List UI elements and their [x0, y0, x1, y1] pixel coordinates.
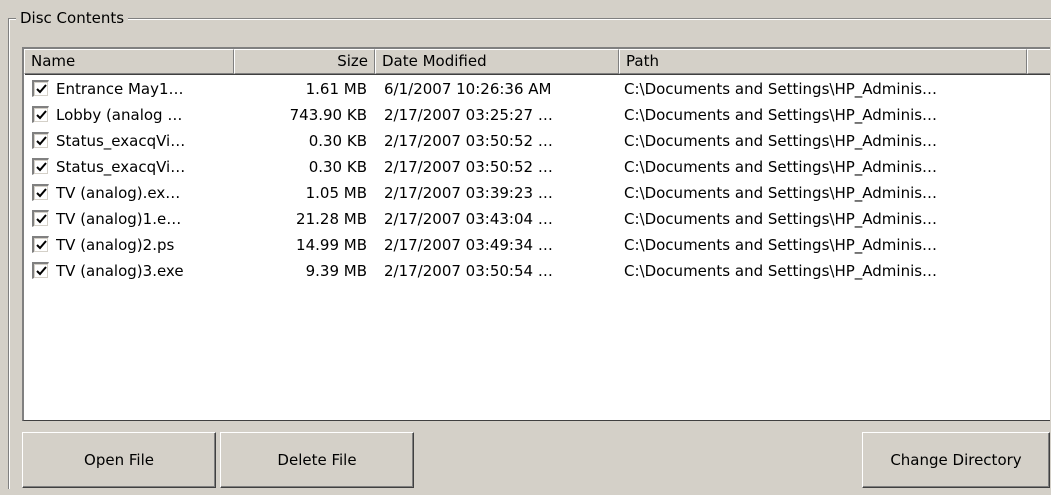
file-name: TV (analog).ex…: [56, 184, 181, 202]
row-checkbox[interactable]: [32, 106, 49, 123]
checkmark-icon: [36, 84, 47, 94]
table-row[interactable]: TV (analog)1.e… 21.28 MB 2/17/2007 03:43…: [24, 206, 1050, 232]
table-row[interactable]: Entrance May1… 1.61 MB 6/1/2007 10:26:36…: [24, 76, 1050, 102]
file-name: TV (analog)1.e…: [56, 210, 182, 228]
name-cell: TV (analog)2.ps: [32, 232, 250, 258]
file-size: 743.90 KB: [289, 106, 367, 124]
file-name: Lobby (analog …: [56, 106, 183, 124]
table-row[interactable]: TV (analog).ex… 1.05 MB 2/17/2007 03:39:…: [24, 180, 1050, 206]
file-date-modified: 2/17/2007 03:50:52 …: [384, 132, 553, 150]
table-row[interactable]: Lobby (analog … 743.90 KB 2/17/2007 03:2…: [24, 102, 1050, 128]
file-size: 9.39 MB: [305, 262, 367, 280]
file-date-modified: 2/17/2007 03:50:54 …: [384, 262, 553, 280]
file-name: Entrance May1…: [56, 80, 184, 98]
checkmark-icon: [36, 110, 47, 120]
column-header-date-modified[interactable]: Date Modified: [375, 49, 619, 74]
file-size: 1.05 MB: [305, 184, 367, 202]
checkmark-icon: [36, 162, 47, 172]
table-row[interactable]: Status_exacqVi… 0.30 KB 2/17/2007 03:50:…: [24, 128, 1050, 154]
name-cell: Status_exacqVi…: [32, 154, 250, 180]
group-title: Disc Contents: [16, 8, 129, 28]
file-date-modified: 2/17/2007 03:49:34 …: [384, 236, 553, 254]
file-name: TV (analog)2.ps: [56, 236, 175, 254]
name-cell: Entrance May1…: [32, 76, 250, 102]
file-size: 0.30 KB: [308, 132, 367, 150]
name-cell: TV (analog)3.exe: [32, 258, 250, 284]
file-name: TV (analog)3.exe: [56, 262, 184, 280]
file-size: 21.28 MB: [296, 210, 367, 228]
row-checkbox[interactable]: [32, 210, 49, 227]
checkmark-icon: [36, 188, 47, 198]
file-date-modified: 2/17/2007 03:50:52 …: [384, 158, 553, 176]
file-path: C:\Documents and Settings\HP_Adminis…: [624, 106, 938, 124]
file-name: Status_exacqVi…: [56, 158, 186, 176]
checkmark-icon: [36, 136, 47, 146]
file-path: C:\Documents and Settings\HP_Adminis…: [624, 236, 938, 254]
name-cell: TV (analog).ex…: [32, 180, 250, 206]
delete-file-button[interactable]: Delete File: [220, 432, 414, 488]
checkmark-icon: [36, 240, 47, 250]
table-row[interactable]: TV (analog)3.exe 9.39 MB 2/17/2007 03:50…: [24, 258, 1050, 284]
row-checkbox[interactable]: [32, 262, 49, 279]
list-rows: Entrance May1… 1.61 MB 6/1/2007 10:26:36…: [24, 76, 1050, 284]
row-checkbox[interactable]: [32, 158, 49, 175]
row-checkbox[interactable]: [32, 80, 49, 97]
name-cell: Lobby (analog …: [32, 102, 250, 128]
file-size: 0.30 KB: [308, 158, 367, 176]
column-header-size[interactable]: Size: [234, 49, 375, 74]
name-cell: Status_exacqVi…: [32, 128, 250, 154]
column-header-name[interactable]: Name: [24, 49, 234, 74]
open-file-button[interactable]: Open File: [22, 432, 216, 488]
column-header-filler: [1027, 49, 1050, 74]
file-path: C:\Documents and Settings\HP_Adminis…: [624, 158, 938, 176]
change-directory-button[interactable]: Change Directory: [862, 432, 1050, 488]
file-path: C:\Documents and Settings\HP_Adminis…: [624, 184, 938, 202]
list-header: Name Size Date Modified Path: [24, 49, 1050, 74]
file-path: C:\Documents and Settings\HP_Adminis…: [624, 80, 938, 98]
file-date-modified: 2/17/2007 03:39:23 …: [384, 184, 553, 202]
file-date-modified: 2/17/2007 03:43:04 …: [384, 210, 553, 228]
file-path: C:\Documents and Settings\HP_Adminis…: [624, 210, 938, 228]
file-date-modified: 6/1/2007 10:26:36 AM: [384, 80, 552, 98]
table-row[interactable]: Status_exacqVi… 0.30 KB 2/17/2007 03:50:…: [24, 154, 1050, 180]
file-path: C:\Documents and Settings\HP_Adminis…: [624, 132, 938, 150]
row-checkbox[interactable]: [32, 236, 49, 253]
file-date-modified: 2/17/2007 03:25:27 …: [384, 106, 553, 124]
file-path: C:\Documents and Settings\HP_Adminis…: [624, 262, 938, 280]
checkmark-icon: [36, 266, 47, 276]
row-checkbox[interactable]: [32, 184, 49, 201]
file-size: 14.99 MB: [296, 236, 367, 254]
file-name: Status_exacqVi…: [56, 132, 186, 150]
row-checkbox[interactable]: [32, 132, 49, 149]
checkmark-icon: [36, 214, 47, 224]
file-list[interactable]: Name Size Date Modified Path Entrance Ma…: [22, 47, 1050, 421]
column-header-path[interactable]: Path: [619, 49, 1027, 74]
file-size: 1.61 MB: [305, 80, 367, 98]
name-cell: TV (analog)1.e…: [32, 206, 250, 232]
table-row[interactable]: TV (analog)2.ps 14.99 MB 2/17/2007 03:49…: [24, 232, 1050, 258]
